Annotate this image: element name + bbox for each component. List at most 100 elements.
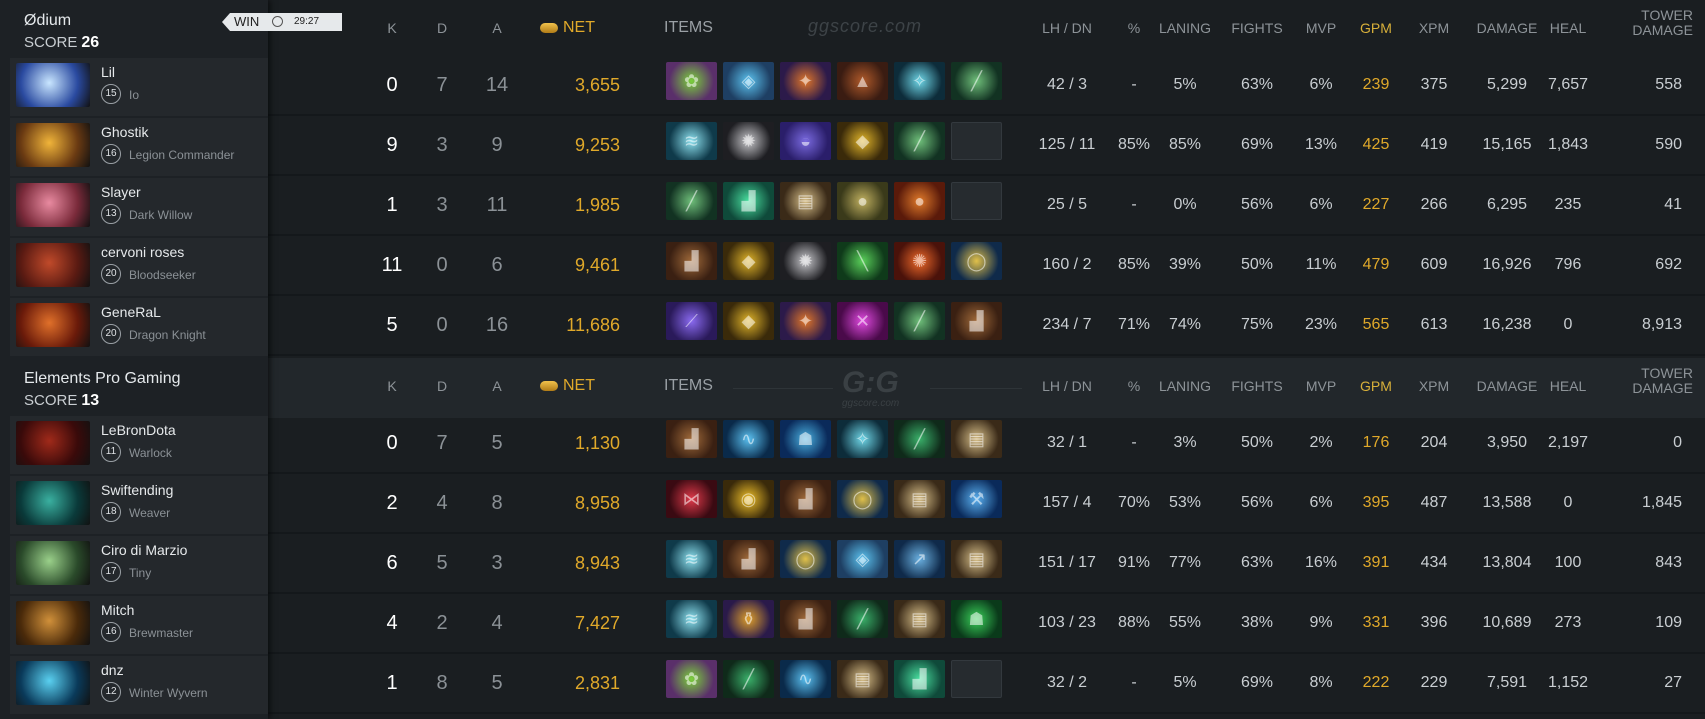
item-slot-boots-icon[interactable]: ▟ (723, 540, 774, 578)
item-slot-hood-icon[interactable]: ☗ (951, 600, 1002, 638)
item-slot-frog-icon[interactable]: ☗ (780, 420, 831, 458)
item-slot-scroll-icon[interactable]: ▤ (951, 420, 1002, 458)
item-slot-flask-icon[interactable]: ⚱ (723, 600, 774, 638)
item-slot-blade-icon[interactable]: ≋ (666, 600, 717, 638)
item-slot-shield-icon[interactable]: ✹ (723, 122, 774, 160)
player-name[interactable]: Ghostik (101, 124, 148, 140)
item-slot-wand-icon[interactable]: ✦ (780, 302, 831, 340)
player-name[interactable]: dnz (101, 662, 124, 678)
item-slot-mango-icon[interactable]: ✿ (666, 62, 717, 100)
helm-icon: ◒ (800, 131, 811, 151)
item-slot-hammer-icon[interactable]: ⚒ (951, 480, 1002, 518)
item-slot-scroll-icon[interactable]: ▤ (780, 182, 831, 220)
item-slot-ring-icon[interactable]: ◯ (951, 242, 1002, 280)
item-slot-boots-icon[interactable]: ▟ (951, 302, 1002, 340)
player-name[interactable]: GeneRaL (101, 304, 161, 320)
mask-icon: ◆ (741, 251, 756, 271)
player-card[interactable]: GeneRaL 20 Dragon Knight (10, 298, 268, 356)
item-slot-ring-icon[interactable]: ◯ (780, 540, 831, 578)
player-card[interactable]: Ciro di Marzio 17 Tiny (10, 536, 268, 594)
item-slot-shield-icon[interactable]: ✹ (780, 242, 831, 280)
item-slot-staff-icon[interactable]: ╱ (894, 122, 945, 160)
item-slot-boots-icon[interactable]: ▟ (666, 242, 717, 280)
item-slot-wave-icon[interactable]: ∿ (780, 660, 831, 698)
item-slot-staff-icon[interactable]: ╱ (723, 660, 774, 698)
player-card[interactable]: Swiftending 18 Weaver (10, 476, 268, 534)
item-slot-wave-icon[interactable]: ∿ (723, 420, 774, 458)
player-level: 15 (101, 84, 121, 104)
item-slot-claw-icon[interactable]: ⋈ (666, 480, 717, 518)
claw-icon: ⋈ (682, 489, 701, 509)
flask-icon: ⚱ (740, 609, 757, 629)
boots-icon: ▟ (741, 191, 756, 211)
scroll-icon: ▤ (967, 549, 985, 569)
item-slot-orb-icon[interactable]: ● (837, 182, 888, 220)
watermark: ggscore.com (808, 16, 923, 36)
stat-a: 5 (491, 432, 503, 454)
player-card[interactable]: dnz 12 Winter Wyvern (10, 656, 268, 714)
item-slot-boots-icon[interactable]: ▟ (666, 420, 717, 458)
item-slot-scroll-icon[interactable]: ▤ (837, 660, 888, 698)
item-slot-boots-icon[interactable]: ▟ (780, 600, 831, 638)
item-slot-fire-icon[interactable]: ✺ (894, 242, 945, 280)
item-slot-staff-icon[interactable]: ╱ (837, 600, 888, 638)
item-slot-scroll-icon[interactable]: ▤ (894, 600, 945, 638)
item-slot-crystal-icon[interactable]: ◈ (723, 62, 774, 100)
mask-icon: ◆ (741, 311, 756, 331)
staff-icon: ╱ (914, 429, 925, 449)
column-header-xpm: XPM (1418, 20, 1450, 36)
player-card[interactable]: Mitch 16 Brewmaster (10, 596, 268, 654)
item-slot-boots-icon[interactable]: ▟ (780, 480, 831, 518)
item-slot-mask-icon[interactable]: ◆ (837, 122, 888, 160)
item-slot-staff-icon[interactable]: ╱ (894, 302, 945, 340)
item-slot-boots-icon[interactable]: ▟ (723, 182, 774, 220)
item-slot-scroll-icon[interactable]: ▤ (894, 480, 945, 518)
item-slot-vortex-icon[interactable]: ◉ (723, 480, 774, 518)
item-slot-staff-icon[interactable]: ╱ (666, 182, 717, 220)
item-slot-wand-icon[interactable]: ✦ (780, 62, 831, 100)
item-slot-scroll-icon[interactable]: ▤ (951, 540, 1002, 578)
item-slot-boots-icon[interactable]: ▟ (894, 660, 945, 698)
staff-icon: ╱ (686, 191, 697, 211)
item-slot-spirit-icon[interactable]: ✧ (894, 62, 945, 100)
staff-icon: ╱ (914, 311, 925, 331)
player-card[interactable]: Slayer 13 Dark Willow (10, 178, 268, 236)
player-name[interactable]: Slayer (101, 184, 141, 200)
player-card[interactable]: cervoni roses 20 Bloodseeker (10, 238, 268, 296)
player-name[interactable]: Lil (101, 64, 115, 80)
item-slot-spirit-icon[interactable]: ✧ (837, 420, 888, 458)
player-name[interactable]: Swiftending (101, 482, 173, 498)
player-card[interactable]: Lil 15 Io (10, 58, 268, 116)
stat-tower-damage: 1,845 (1641, 494, 1682, 511)
player-name[interactable]: Mitch (101, 602, 134, 618)
shield-icon: ✹ (797, 251, 814, 271)
item-slot-staff-icon[interactable]: ╱ (894, 420, 945, 458)
item-slot-mask-icon[interactable]: ◆ (723, 242, 774, 280)
staff-icon: ╱ (743, 669, 754, 689)
player-name[interactable]: Ciro di Marzio (101, 542, 187, 558)
item-slot-dagger-icon[interactable]: ╲ (837, 242, 888, 280)
item-slot-sword-icon[interactable]: ⟋ (666, 302, 717, 340)
player-card[interactable]: Ghostik 16 Legion Commander (10, 118, 268, 176)
item-slot-blade-icon[interactable]: ≋ (666, 122, 717, 160)
item-slot-crystal-icon[interactable]: ◈ (837, 540, 888, 578)
player-card[interactable]: LeBronDota 11 Warlock (10, 416, 268, 474)
mango-icon: ✿ (683, 669, 700, 689)
item-slot-staff-icon[interactable]: ╱ (951, 62, 1002, 100)
item-slot-spear-icon[interactable]: ↗ (894, 540, 945, 578)
item-slot-cloak-icon[interactable]: ▲ (837, 62, 888, 100)
item-slot-blade-icon[interactable]: ≋ (666, 540, 717, 578)
net-label: NET (563, 19, 595, 36)
player-name[interactable]: LeBronDota (101, 422, 176, 438)
wand-icon: ✦ (797, 71, 814, 91)
stat-net: 7,427 (574, 613, 620, 633)
item-slot-orb-icon[interactable]: ● (894, 182, 945, 220)
item-slot-ring-icon[interactable]: ◯ (837, 480, 888, 518)
player-stats-row: 6 5 3 151 / 17 91% 77% 63% 16% 391 434 13,804 100 84… (268, 534, 1705, 594)
item-slot-helm-icon[interactable]: ◒ (780, 122, 831, 160)
player-level: 20 (101, 324, 121, 344)
item-slot-cross-icon[interactable]: ✕ (837, 302, 888, 340)
player-name[interactable]: cervoni roses (101, 244, 184, 260)
item-slot-mango-icon[interactable]: ✿ (666, 660, 717, 698)
item-slot-mask-icon[interactable]: ◆ (723, 302, 774, 340)
